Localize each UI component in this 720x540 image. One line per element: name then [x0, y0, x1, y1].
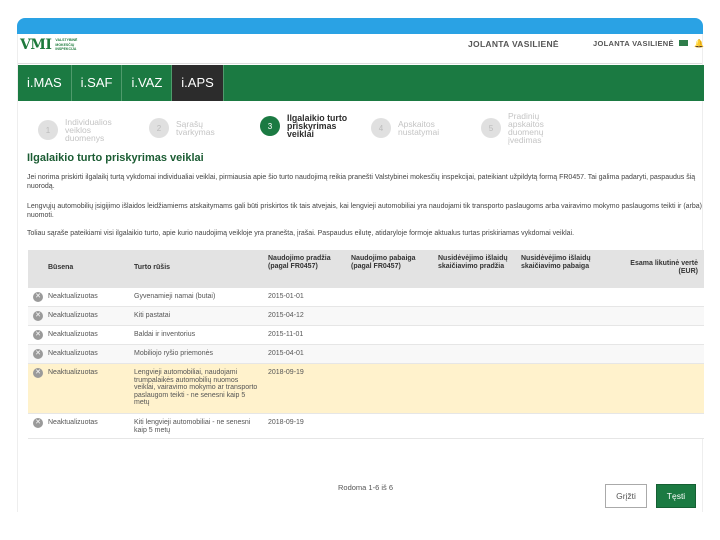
nav-item-ivaz[interactable]: i.VAZ [122, 65, 173, 101]
cell-type: Lengvieji automobiliai, naudojami trumpa… [134, 369, 258, 407]
logo-text: VALSTYBINĖ MOKESČIŲ INSPEKCIJA [55, 38, 78, 52]
close-icon: ✕ [33, 330, 43, 340]
step-5[interactable]: 5 Pradinių apskaitos duomenų įvedimas [481, 112, 570, 144]
step-label: Ilgalaikio turto priskyrimas veiklai [287, 113, 348, 139]
nav-item-isaf[interactable]: i.SAF [72, 65, 123, 101]
step-number: 1 [38, 120, 58, 140]
cell-type: Kiti lengvieji automobiliai - ne senesni… [134, 419, 251, 434]
cell-type: Baldai ir inventorius [134, 331, 196, 338]
column-header-type[interactable]: Turto rūšis [134, 264, 259, 272]
cell-status: Neaktualizuotas [48, 350, 98, 357]
table-row[interactable]: ✕ Neaktualizuotas Gyvenamieji namai (but… [28, 288, 704, 307]
column-header-depreciation-start[interactable]: Nusidėvėjimo išlaidų skaičiavimo pradžia [438, 255, 518, 270]
cell-status: Neaktualizuotas [48, 331, 98, 338]
step-number: 3 [260, 116, 280, 136]
table-row[interactable]: ✕ Neaktualizuotas Kiti lengvieji automob… [28, 414, 704, 439]
vehicle-note-paragraph: Lengvųjų automobilių įsigijimo išlaidos … [27, 203, 703, 219]
cell-start: 2018-09-19 [268, 369, 304, 376]
asset-table: Būsena Turto rūšis Naudojimo pradžia (pa… [28, 250, 704, 439]
column-header-depreciation-end[interactable]: Nusidėvėjimo išlaidų skaičiavimo pabaiga [521, 255, 601, 270]
table-row[interactable]: ✕ Neaktualizuotas Baldai ir inventorius … [28, 326, 704, 345]
close-icon: ✕ [33, 418, 43, 428]
bell-icon[interactable]: 🔔 [694, 39, 704, 48]
step-number: 4 [371, 118, 391, 138]
column-header-status[interactable]: Būsena [48, 264, 73, 272]
logo-mark: VMI [20, 37, 52, 53]
cell-status: Neaktualizuotas [48, 369, 98, 376]
step-label: Pradinių apskaitos duomenų įvedimas [508, 111, 544, 145]
step-number: 5 [481, 118, 501, 138]
cell-status: Neaktualizuotas [48, 419, 98, 426]
step-label: Individualios veiklos duomenys [65, 117, 112, 143]
step-1[interactable]: 1 Individualios veiklos duomenys [38, 118, 127, 142]
step-4[interactable]: 4 Apskaitos nustatymai [371, 118, 460, 138]
table-header: Būsena Turto rūšis Naudojimo pradžia (pa… [28, 250, 704, 288]
header: VMI VALSTYBINĖ MOKESČIŲ INSPEKCIJA JOLAN… [18, 34, 704, 64]
close-icon: ✕ [33, 311, 43, 321]
window-top-bar [17, 18, 703, 34]
page-title: Ilgalaikio turto priskyrimas veiklai [27, 152, 204, 164]
list-hint-paragraph: Toliau sąraše pateikiami visi ilgalaikio… [27, 230, 575, 237]
table-row-selected[interactable]: ✕ Neaktualizuotas Lengvieji automobiliai… [28, 364, 704, 414]
wizard-stepper: 1 Individualios veiklos duomenys 2 Sąraš… [18, 110, 704, 150]
cell-status: Neaktualizuotas [48, 293, 98, 300]
cell-start: 2015-04-12 [268, 312, 304, 319]
app-window: VMI VALSTYBINĖ MOKESČIŲ INSPEKCIJA JOLAN… [17, 34, 704, 512]
cell-type: Mobiliojo ryšio priemonės [134, 350, 213, 357]
close-icon: ✕ [33, 368, 43, 378]
pagination-info: Rodoma 1-6 iš 6 [338, 483, 394, 492]
cell-start: 2015-11-01 [268, 331, 304, 338]
cell-type: Kiti pastatai [134, 312, 171, 319]
intro-paragraph: Jei norima priskirti ilgalaikį turtą vyk… [27, 174, 696, 190]
step-label: Apskaitos nustatymai [398, 119, 440, 137]
table-row[interactable]: ✕ Neaktualizuotas Mobiliojo ryšio priemo… [28, 345, 704, 364]
vmi-logo[interactable]: VMI VALSTYBINĖ MOKESČIŲ INSPEKCIJA [20, 37, 85, 53]
step-2[interactable]: 2 Sąrašų tvarkymas [149, 118, 238, 138]
table-row[interactable]: ✕ Neaktualizuotas Kiti pastatai 2015-04-… [28, 307, 704, 326]
column-header-start[interactable]: Naudojimo pradžia (pagal FR0457) [268, 255, 343, 270]
close-icon: ✕ [33, 292, 43, 302]
mail-icon[interactable] [679, 40, 688, 46]
cell-start: 2018-09-19 [268, 419, 304, 426]
cell-type: Gyvenamieji namai (butai) [134, 293, 216, 300]
cell-status: Neaktualizuotas [48, 312, 98, 319]
step-label: Sąrašų tvarkymas [176, 119, 215, 137]
column-header-end[interactable]: Naudojimo pabaiga (pagal FR0457) [351, 255, 426, 270]
close-icon: ✕ [33, 349, 43, 359]
user-name-primary[interactable]: JOLANTA VASILIENĖ [468, 39, 559, 49]
main-nav: i.MAS i.SAF i.VAZ i.APS [18, 65, 704, 101]
step-number: 2 [149, 118, 169, 138]
step-3[interactable]: 3 Ilgalaikio turto priskyrimas veiklai [260, 114, 349, 138]
column-header-residual-value[interactable]: Esama likutinė vertė (EUR) [618, 260, 698, 275]
cell-start: 2015-04-01 [268, 350, 304, 357]
user-name-secondary[interactable]: JOLANTA VASILIENĖ [593, 39, 674, 48]
nav-item-iaps[interactable]: i.APS [172, 65, 224, 101]
nav-item-imas[interactable]: i.MAS [18, 65, 72, 101]
cell-start: 2015-01-01 [268, 293, 304, 300]
next-button[interactable]: Tęsti [656, 484, 696, 508]
back-button[interactable]: Grįžti [605, 484, 647, 508]
